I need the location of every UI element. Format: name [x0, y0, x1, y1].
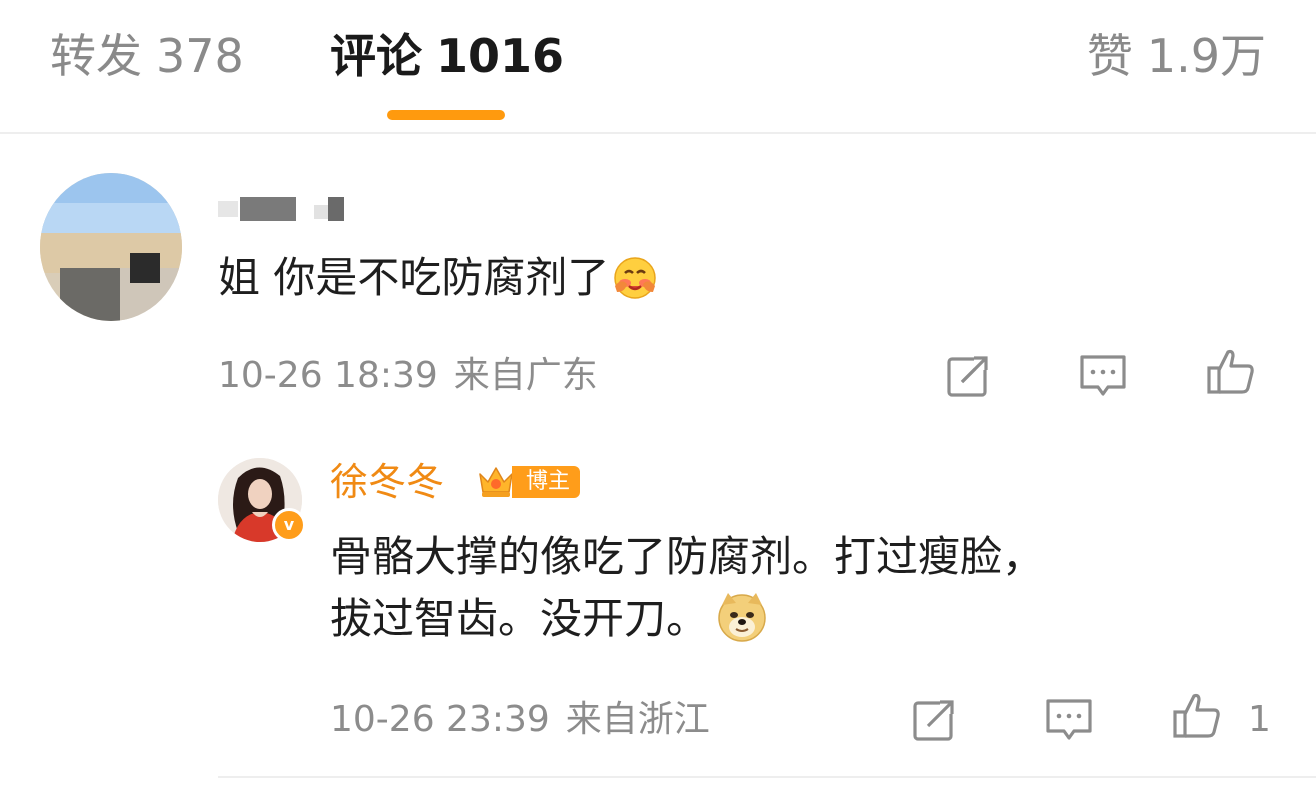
- reply-text-line-2-wrap: 拔过智齿。没开刀。: [330, 588, 1230, 650]
- active-tab-indicator: [387, 110, 505, 120]
- blogger-name[interactable]: 徐冬冬: [330, 457, 444, 507]
- reply-body: 骨骼大撑的像吃了防腐剂。打过瘦脸， 拔过智齿。没开刀。: [330, 526, 1230, 650]
- tab-comments[interactable]: 评论 1016: [330, 26, 564, 86]
- comment-text: 姐 你是不吃防腐剂了: [218, 253, 610, 302]
- repost-icon[interactable]: [944, 350, 994, 400]
- tab-comments-label: 评论: [330, 29, 422, 83]
- tab-repost-count: 378: [156, 29, 244, 83]
- blushing-face-emoji: [614, 257, 657, 299]
- reply-location: 来自浙江: [565, 699, 710, 740]
- reply-icon[interactable]: [1078, 350, 1128, 400]
- like-icon[interactable]: [1172, 690, 1222, 740]
- tab-bar: 转发 378 评论 1016 赞 1.9万: [0, 0, 1316, 134]
- commenter-name-redacted[interactable]: [218, 197, 344, 221]
- tab-repost[interactable]: 转发 378: [50, 26, 244, 86]
- reply-text-line-2: 拔过智齿。没开刀。: [330, 594, 709, 643]
- comment-meta: 10-26 18:39 来自广东: [218, 354, 598, 398]
- reply-text-line-1: 骨骼大撑的像吃了防腐剂。打过瘦脸，: [330, 532, 1045, 581]
- comment-time: 10-26 18:39: [218, 355, 438, 396]
- host-badge: 博主: [512, 466, 581, 498]
- doge-emoji: [718, 593, 766, 642]
- reply-like-count: 1: [1248, 699, 1271, 740]
- like-icon[interactable]: [1206, 346, 1256, 396]
- reply-meta: 10-26 23:39 来自浙江: [330, 698, 710, 742]
- tab-comments-count: 1016: [436, 29, 565, 83]
- crown-icon: [479, 467, 513, 497]
- reply-time: 10-26 23:39: [330, 699, 550, 740]
- verified-badge-icon: v: [272, 508, 306, 542]
- comment-location: 来自广东: [453, 355, 598, 396]
- commenter-avatar[interactable]: [40, 173, 182, 321]
- tab-repost-label: 转发: [50, 29, 142, 83]
- divider: [218, 776, 1316, 778]
- tab-likes-count: 1.9万: [1146, 29, 1266, 83]
- comment-body: 姐 你是不吃防腐剂了: [218, 250, 657, 306]
- reply-icon[interactable]: [1044, 694, 1094, 744]
- repost-icon[interactable]: [910, 694, 960, 744]
- tab-likes-label: 赞: [1086, 29, 1133, 83]
- tab-likes[interactable]: 赞 1.9万: [1087, 26, 1266, 86]
